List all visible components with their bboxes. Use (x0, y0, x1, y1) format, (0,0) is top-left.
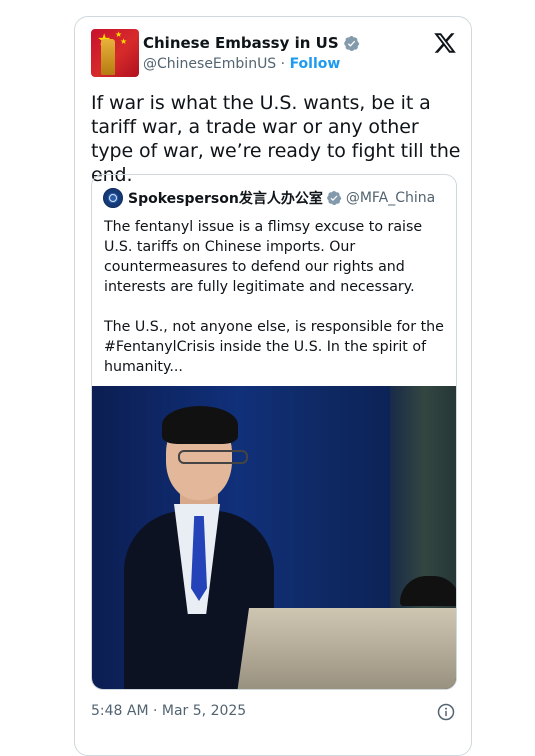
verified-badge-icon (343, 35, 359, 51)
follow-button[interactable]: Follow (290, 56, 341, 72)
quoted-tweet-photo[interactable] (92, 386, 456, 689)
x-logo-icon[interactable] (433, 31, 457, 55)
quoted-author-avatar[interactable] (103, 188, 123, 208)
embedded-tweet-card[interactable]: ★ ★ ★ Chinese Embassy in US @ChineseEmbi… (74, 16, 472, 756)
tweet-timestamp[interactable]: 5:48 AM · Mar 5, 2025 (91, 703, 246, 719)
quoted-tweet-header: Spokesperson发言人办公室 @MFA_China (103, 188, 435, 208)
info-icon[interactable] (437, 703, 455, 721)
author-handle-row: @ChineseEmbinUS · Follow (143, 56, 340, 72)
quoted-paragraph: The U.S., not anyone else, is responsibl… (104, 319, 444, 375)
author-display-name[interactable]: Chinese Embassy in US (143, 34, 339, 52)
author-avatar[interactable]: ★ ★ ★ (91, 29, 139, 77)
author-name-row: Chinese Embassy in US (143, 33, 360, 53)
quoted-tweet[interactable]: Spokesperson发言人办公室 @MFA_China The fentan… (91, 174, 457, 690)
tweet-meta: 5:48 AM · Mar 5, 2025 (91, 703, 457, 723)
quoted-author-handle[interactable]: @MFA_China (346, 190, 435, 206)
quoted-paragraph: The fentanyl issue is a flimsy excuse to… (104, 219, 423, 295)
quoted-author-display-name[interactable]: Spokesperson发言人办公室 (128, 188, 323, 208)
handle-separator: · (276, 56, 290, 72)
verified-badge-icon (326, 190, 342, 206)
quoted-tweet-text: The fentanyl issue is a flimsy excuse to… (104, 217, 448, 397)
tweet-text: If war is what the U.S. wants, be it a t… (91, 92, 461, 186)
author-handle[interactable]: @ChineseEmbinUS (143, 56, 276, 72)
tweet-header: ★ ★ ★ Chinese Embassy in US @ChineseEmbi… (91, 29, 457, 79)
